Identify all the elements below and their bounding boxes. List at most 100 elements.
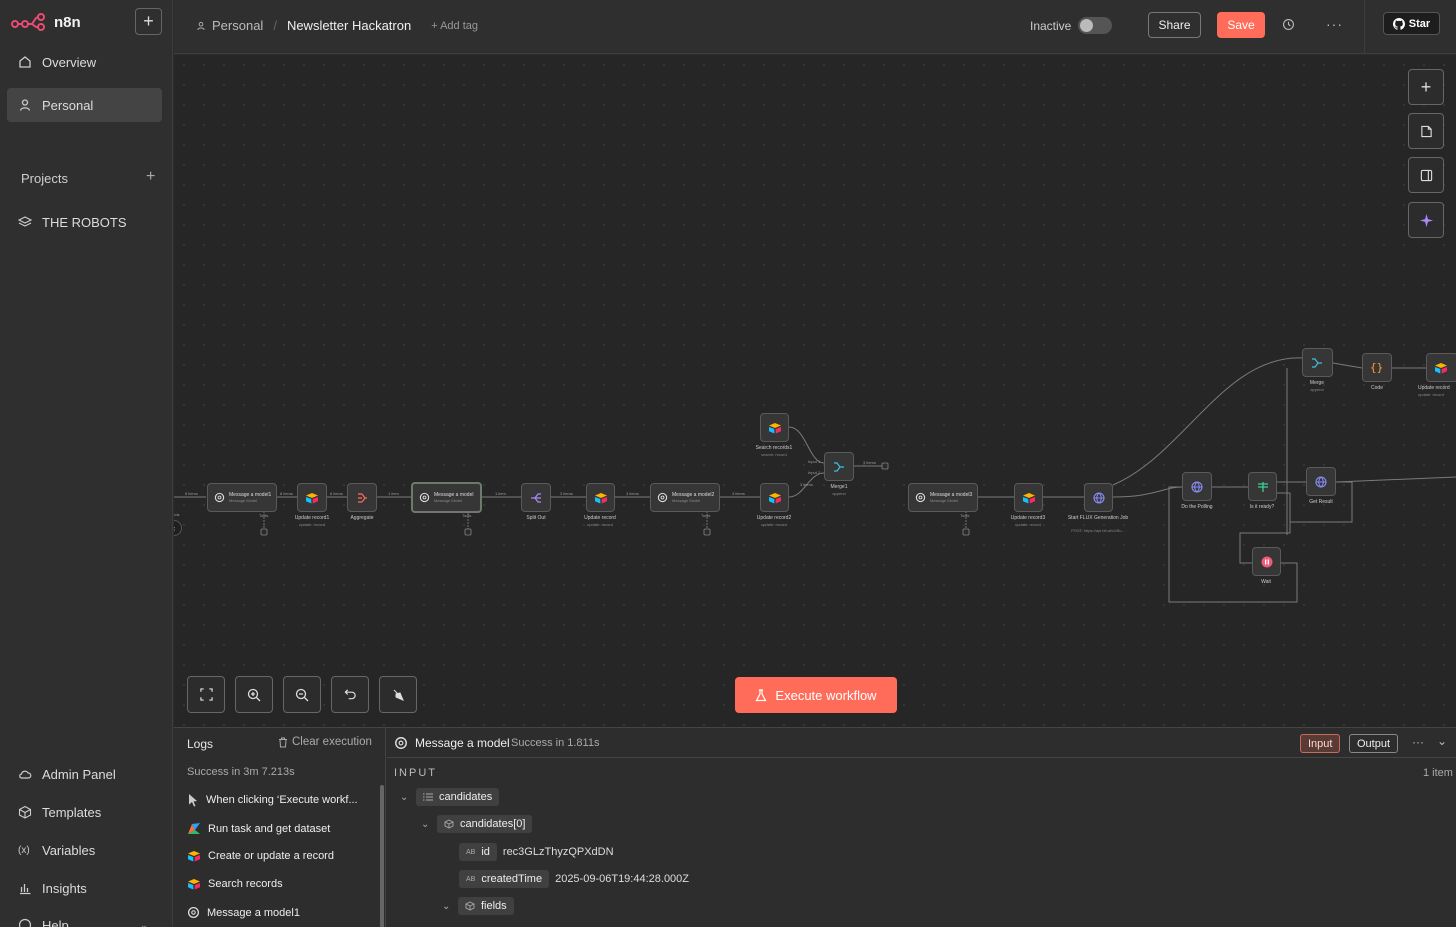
workflow-node-message-model1[interactable]: Message a model1 Message Model: [207, 483, 277, 512]
create-new-button[interactable]: +: [135, 8, 162, 35]
workflow-node-message-model2[interactable]: Message a model2 Message Model: [650, 483, 720, 512]
share-button[interactable]: Share: [1148, 12, 1201, 38]
airtable-icon: [188, 851, 200, 862]
airtable-icon: [769, 493, 781, 504]
log-entry[interactable]: When clicking ‘Execute workf...: [187, 793, 358, 807]
workflow-node-merge1[interactable]: [824, 452, 854, 481]
zoom-out-button[interactable]: [283, 676, 321, 713]
globe-icon: [1093, 492, 1105, 504]
toggle-panel-button[interactable]: [1408, 157, 1444, 193]
sidebar-item-label: Admin Panel: [42, 766, 116, 782]
activation-toggle[interactable]: [1078, 17, 1112, 34]
sticky-note-button[interactable]: [1408, 113, 1444, 149]
sidebar-item-insights[interactable]: Insights: [7, 871, 162, 905]
sidebar-item-admin-panel[interactable]: Admin Panel: [7, 757, 162, 791]
aggregate-icon: [358, 493, 367, 503]
sidebar-item-project[interactable]: THE ROBOTS: [7, 205, 162, 239]
log-entry[interactable]: Search records: [187, 878, 283, 890]
edge-label: 3 items: [560, 491, 573, 496]
workflow-node-merge[interactable]: [1302, 348, 1333, 377]
tree-field-id[interactable]: AB id rec3GLzThyzQPXdDN: [459, 843, 614, 861]
chevron-down-icon[interactable]: ⌄: [421, 819, 431, 830]
workflow-node-message-model3[interactable]: Message a model3 Message Model: [908, 483, 978, 512]
history-icon[interactable]: [1282, 18, 1295, 31]
workflow-node-split-out[interactable]: [521, 483, 551, 512]
logs-scrollbar[interactable]: [380, 785, 384, 927]
sidebar-item-help[interactable]: Help ⌄: [7, 908, 162, 927]
sidebar-item-templates[interactable]: Templates: [7, 795, 162, 829]
ai-assistant-button[interactable]: [1408, 202, 1444, 238]
tidy-up-button[interactable]: [379, 676, 417, 713]
workflow-node-update-record1[interactable]: [297, 483, 327, 512]
workflow-canvas[interactable]: Message a model1 Message Model Update rec…: [174, 55, 1456, 727]
breadcrumb-owner[interactable]: Personal: [212, 18, 263, 33]
field-value: 2025-09-06T19:44:28.000Z: [555, 873, 690, 885]
tree-field-created-time[interactable]: AB createdTime 2025-09-06T19:44:28.000Z: [459, 870, 689, 888]
workflow-node-is-ready[interactable]: [1248, 472, 1277, 501]
chevron-down-icon[interactable]: ⌄: [1437, 734, 1447, 748]
input-toggle-button[interactable]: Input: [1300, 734, 1341, 753]
fit-view-icon: [199, 688, 213, 701]
merge-icon: [1312, 358, 1322, 368]
workflow-node-message-model-selected[interactable]: Message a model Message Model: [411, 482, 482, 513]
add-tag-link[interactable]: + Add tag: [431, 20, 478, 32]
chevron-down-icon[interactable]: ⌄: [442, 901, 452, 912]
tree-node-candidates-0[interactable]: ⌄ candidates[0]: [421, 815, 533, 833]
apify-icon: [188, 823, 200, 834]
github-star-button[interactable]: Star: [1383, 12, 1440, 35]
execute-workflow-label: Execute workflow: [775, 687, 877, 703]
tree-node-candidates[interactable]: ⌄ candidates: [400, 788, 500, 806]
add-node-button[interactable]: +: [1408, 69, 1444, 105]
zoom-in-icon: [247, 688, 261, 701]
cloud-icon: [19, 770, 32, 779]
openai-icon: [187, 906, 200, 919]
workflow-node-get-result[interactable]: [1306, 467, 1336, 496]
sidebar-item-label: Overview: [42, 54, 97, 70]
chevron-down-icon[interactable]: ⌄: [400, 792, 410, 803]
workflow-node-update-record2[interactable]: [760, 483, 789, 512]
sidebar-item-variables[interactable]: (x) Variables: [7, 833, 162, 867]
edge-label: 3 items: [626, 491, 639, 496]
sidebar-item-overview[interactable]: Overview: [7, 45, 162, 79]
workflow-node-aggregate[interactable]: [347, 483, 377, 512]
field-pill: AB createdTime: [459, 870, 550, 888]
more-options-icon[interactable]: ···: [1326, 16, 1343, 32]
fit-view-button[interactable]: [187, 676, 225, 713]
log-entry-label: Message a model1: [207, 906, 300, 919]
save-button[interactable]: Save: [1217, 12, 1265, 38]
more-options-icon[interactable]: ···: [1412, 735, 1424, 749]
n8n-app: n8n + Overview Personal Projects + THE R…: [0, 0, 1456, 927]
workflow-node-do-polling[interactable]: [1182, 472, 1212, 501]
breadcrumb-separator: /: [273, 18, 277, 33]
log-entry[interactable]: Message a model1: [187, 906, 300, 919]
log-entry[interactable]: Run task and get dataset: [187, 822, 330, 835]
sidebar-item-personal[interactable]: Personal: [7, 88, 162, 122]
tree-node-fields[interactable]: ⌄ fields: [442, 897, 514, 915]
log-entry[interactable]: Create or update a record: [187, 850, 334, 862]
zoom-in-button[interactable]: [235, 676, 273, 713]
workflow-node-update-record[interactable]: [586, 483, 615, 512]
plus-icon: +: [143, 11, 154, 31]
clear-execution-button[interactable]: Clear execution: [278, 736, 372, 748]
airtable-icon: [306, 493, 318, 504]
workflow-node-code[interactable]: {}: [1362, 353, 1392, 382]
github-icon: [1392, 17, 1405, 30]
node-subtitle: Message Model: [672, 498, 701, 503]
output-toggle-button[interactable]: Output: [1349, 734, 1399, 753]
workflow-node-wait[interactable]: [1252, 547, 1281, 576]
undo-button[interactable]: [331, 676, 369, 713]
workflow-node-update-record-final[interactable]: [1426, 353, 1456, 382]
workflow-node-search-records1[interactable]: [760, 413, 789, 442]
edge-label: Tools: [462, 513, 472, 518]
execute-workflow-button[interactable]: Execute workflow: [735, 677, 897, 713]
add-project-icon[interactable]: +: [146, 168, 155, 186]
workflow-node-start-flux[interactable]: [1084, 483, 1113, 512]
workflow-node-update-record3[interactable]: [1014, 483, 1043, 512]
node-subtitle: Message Model: [930, 498, 959, 503]
split-icon: [531, 493, 541, 503]
edge-label: 3 items: [863, 460, 876, 465]
workflow-name[interactable]: Newsletter Hackatron: [287, 18, 411, 33]
n8n-logo[interactable]: n8n: [10, 10, 81, 34]
input-section-title: INPUT: [394, 767, 437, 779]
home-icon: [19, 56, 31, 68]
